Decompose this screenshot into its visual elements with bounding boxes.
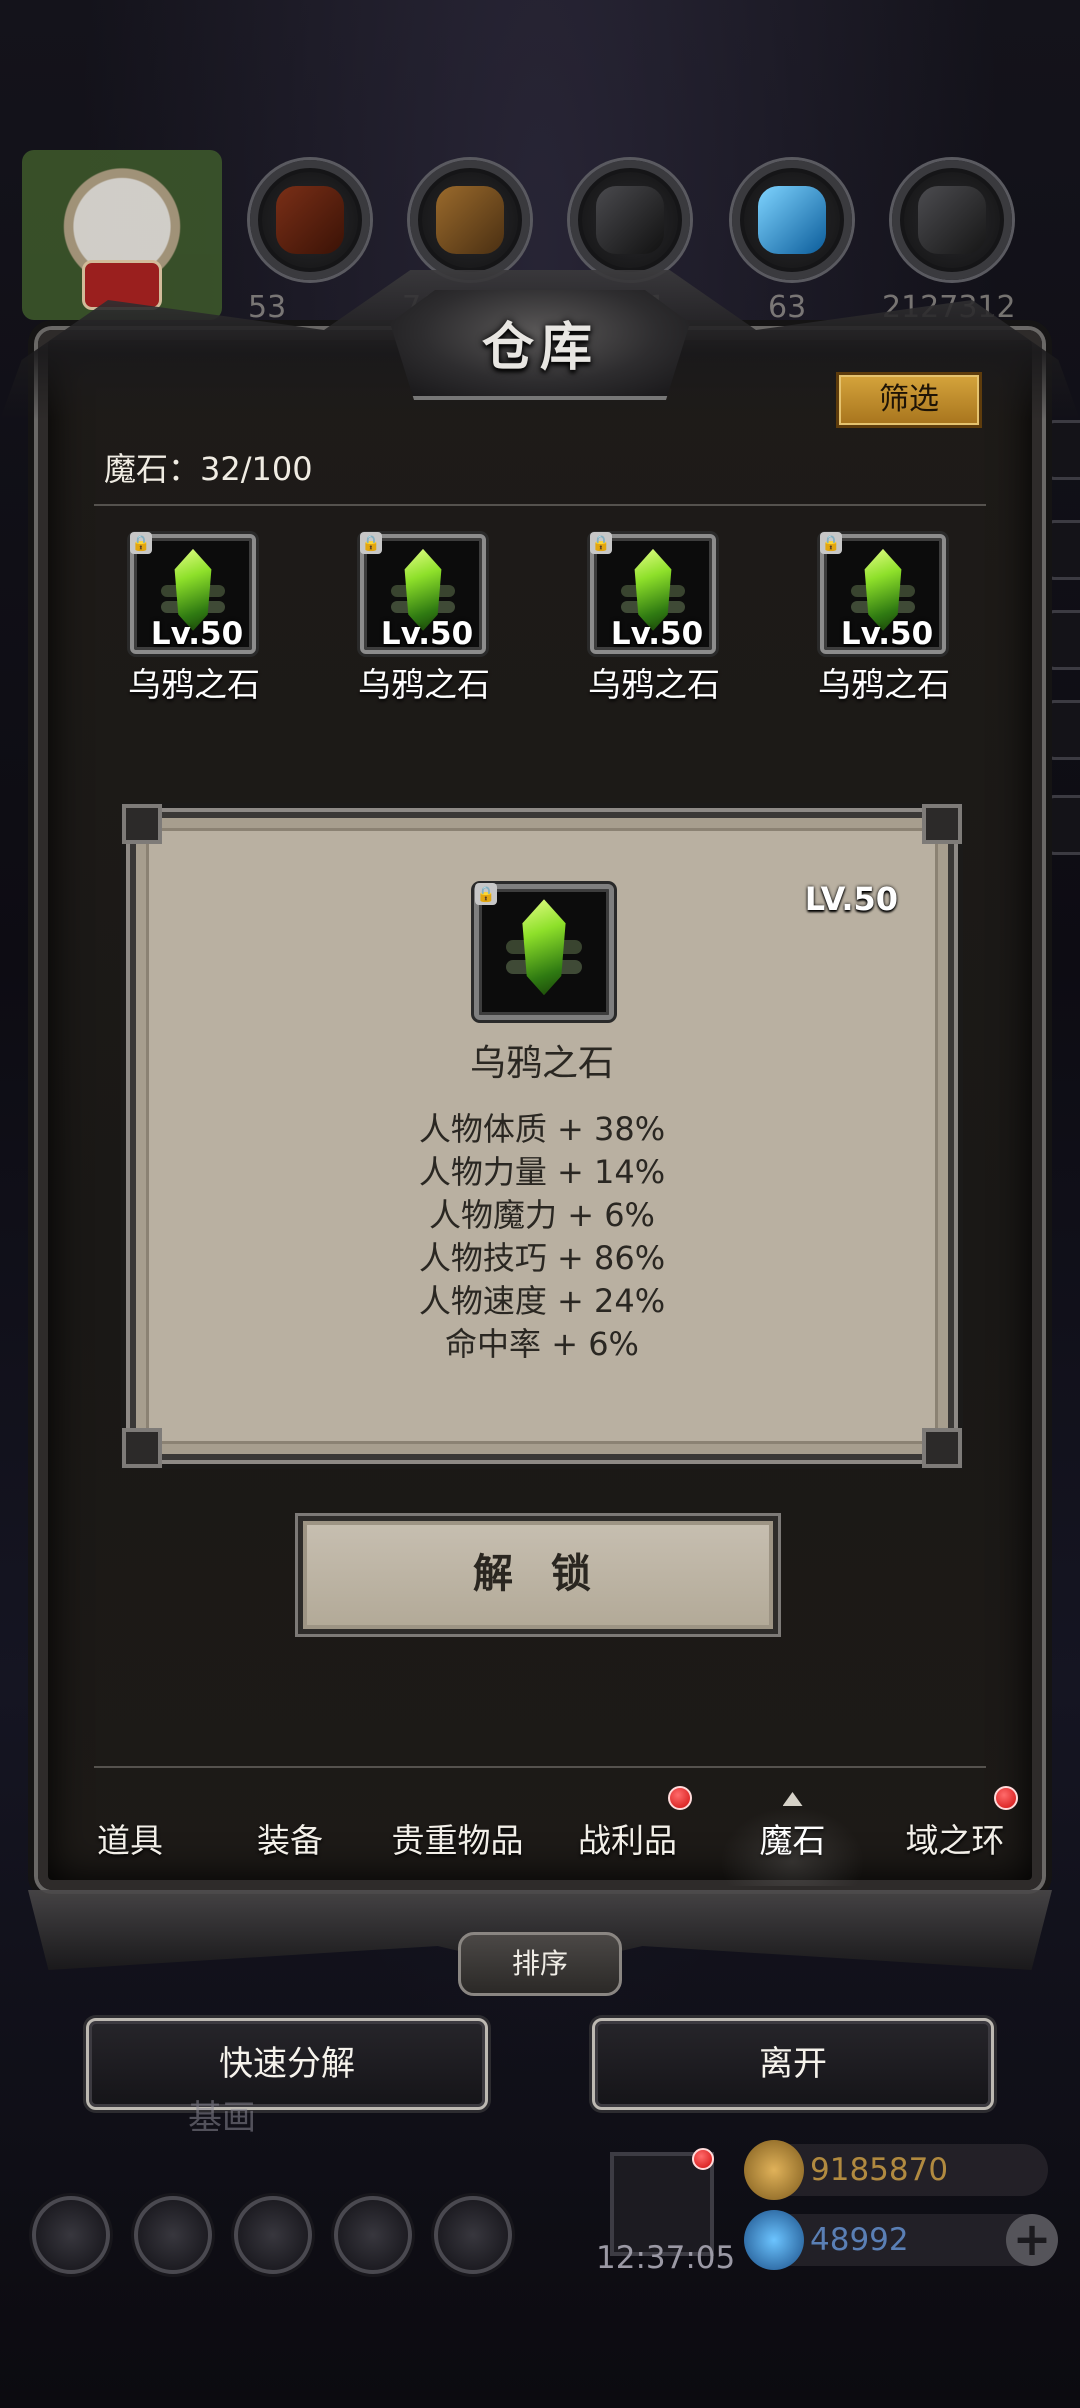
gem-slot[interactable]: 🔒 Lv.50 乌鸦之石 [818, 532, 950, 706]
sort-button[interactable]: 排序 [458, 1932, 622, 1996]
unlock-button[interactable]: 解 锁 [298, 1516, 778, 1634]
map-icon[interactable] [234, 2196, 312, 2274]
mail-icon[interactable] [334, 2196, 412, 2274]
side-tab[interactable] [1046, 700, 1080, 760]
ore-icon [892, 160, 1012, 280]
notification-dot [692, 2148, 714, 2170]
gem-slot[interactable]: 🔒 Lv.50 乌鸦之石 [588, 532, 720, 706]
stat-line: 命中率 + 6% [445, 1325, 639, 1363]
detail-level: LV.50 [804, 880, 898, 918]
quick-decompose-button[interactable]: 快速分解 [86, 2018, 488, 2110]
settings-icon[interactable] [32, 2196, 110, 2274]
emblem-icon[interactable] [134, 2196, 212, 2274]
stat-line: 人物技巧 + 86% [418, 1239, 666, 1277]
gem-slot-frame: 🔒 Lv.50 [360, 532, 486, 654]
gem-slot-frame: 🔒 Lv.50 [820, 532, 946, 654]
gem-name: 乌鸦之石 [588, 665, 720, 704]
side-tab[interactable] [1046, 520, 1080, 580]
card-corner [122, 1428, 162, 1468]
detail-gem-name: 乌鸦之石 [469, 1043, 614, 1084]
card-corner [922, 804, 962, 844]
gem-name: 乌鸦之石 [818, 665, 950, 704]
notification-dot [994, 1786, 1018, 1810]
stat-line: 人物体质 + 38% [418, 1110, 666, 1148]
notification-dot [668, 1786, 692, 1810]
lock-icon: 🔒 [360, 532, 382, 554]
side-tab[interactable] [1046, 795, 1080, 855]
location-label: 基画 [188, 2098, 256, 2138]
card-corner [122, 804, 162, 844]
blue-gem-icon [744, 2210, 804, 2270]
detail-gem-frame: 🔒 [474, 883, 614, 1020]
stat-line: 人物魔力 + 6% [429, 1196, 655, 1234]
stat-line: 人物速度 + 24% [418, 1282, 666, 1320]
dice-icon[interactable] [434, 2196, 512, 2274]
gold-amount: 9185870 [810, 2152, 949, 2188]
gem-amount: 48992 [810, 2222, 909, 2258]
gem-slot[interactable]: 🔒 Lv.50 乌鸦之石 [128, 532, 260, 706]
filter-button[interactable]: 筛选 [836, 372, 982, 428]
tab-valuables[interactable]: 贵重物品 [370, 1786, 545, 1896]
clock: 12:37:05 [596, 2240, 736, 2276]
lock-icon: 🔒 [475, 883, 497, 905]
meat-icon [250, 160, 370, 280]
gold-coin-icon [744, 2140, 804, 2200]
tab-items[interactable]: 道具 [50, 1786, 210, 1896]
gem-level: Lv.50 [380, 616, 474, 652]
divider [94, 1766, 986, 1768]
crow-stone-icon [522, 899, 566, 996]
gem-name: 乌鸦之石 [358, 665, 490, 704]
gem-detail-card: LV.50 🔒 乌鸦之石 人物体质 + 38% 人物力量 + 14% 人物魔力 … [122, 804, 962, 1468]
meat-count: 53 [248, 290, 287, 325]
gem-level: Lv.50 [610, 616, 704, 652]
gem-slot-frame: 🔒 Lv.50 [590, 532, 716, 654]
player-avatar[interactable] [22, 150, 222, 320]
crystal-icon [732, 160, 852, 280]
stat-line: 人物力量 + 14% [418, 1153, 666, 1191]
gem-level: Lv.50 [150, 616, 244, 652]
leave-button[interactable]: 离开 [592, 2018, 994, 2110]
lock-icon: 🔒 [820, 532, 842, 554]
side-tab[interactable] [1046, 420, 1080, 480]
lock-icon: 🔒 [130, 532, 152, 554]
tab-magic-stone[interactable]: 魔石 [710, 1786, 875, 1896]
stat-list: 人物体质 + 38% 人物力量 + 14% 人物魔力 + 6% 人物技巧 + 8… [136, 1108, 948, 1366]
iron-icon [570, 160, 690, 280]
category-tabs: 道具 装备 贵重物品 战利品 魔石 域之环 [50, 1786, 1030, 1896]
tab-equipment[interactable]: 装备 [210, 1786, 370, 1896]
add-currency-button[interactable]: + [1006, 2214, 1058, 2266]
wood-icon [410, 160, 530, 280]
divider [94, 504, 986, 506]
page-title: 仓库 [481, 317, 598, 378]
gem-slot[interactable]: 🔒 Lv.50 乌鸦之石 [358, 532, 490, 706]
card-corner [922, 1428, 962, 1468]
side-tab[interactable] [1046, 610, 1080, 670]
crystal-count: 63 [768, 290, 807, 325]
gem-name: 乌鸦之石 [128, 665, 260, 704]
magic-stone-count: 魔石：32/100 [104, 450, 313, 488]
lock-icon: 🔒 [590, 532, 612, 554]
gem-level: Lv.50 [840, 616, 934, 652]
gem-slot-frame: 🔒 Lv.50 [130, 532, 256, 654]
